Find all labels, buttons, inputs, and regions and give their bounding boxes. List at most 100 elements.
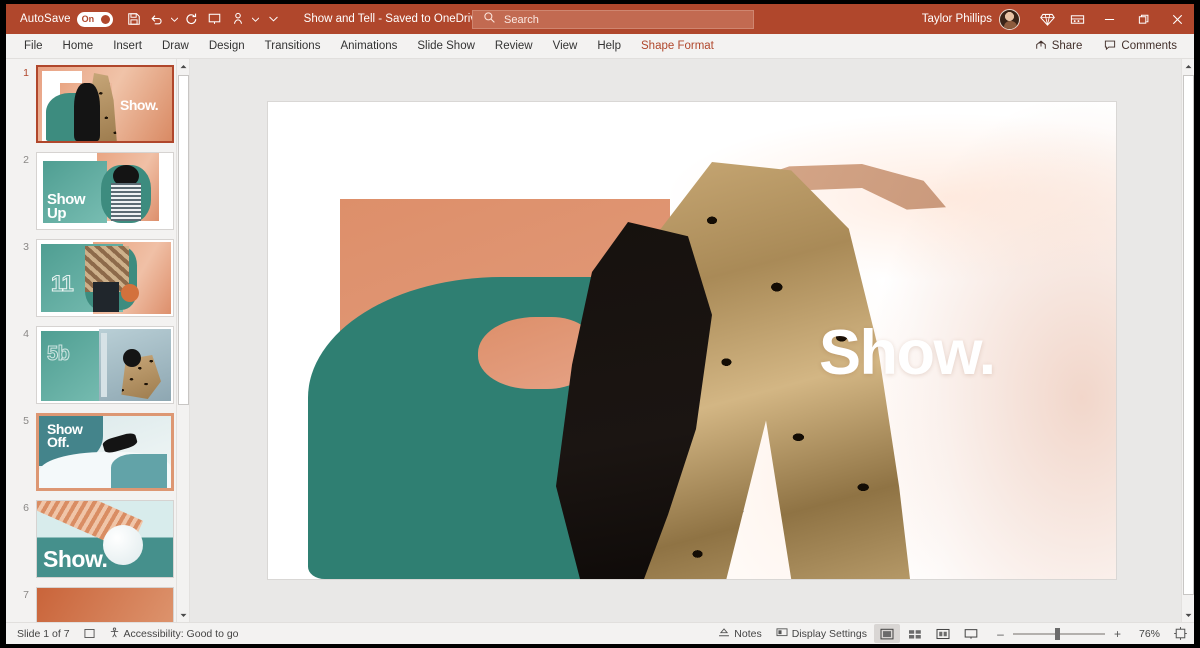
- autosave-toggle[interactable]: On: [76, 11, 113, 27]
- list-item[interactable]: 5 Show Off.: [6, 413, 176, 491]
- ribbon-tab-bar: File Home Insert Draw Design Transitions…: [6, 34, 1194, 59]
- slide-show-view-button[interactable]: [958, 624, 984, 643]
- notes-button[interactable]: Notes: [711, 624, 768, 644]
- accessibility-checker[interactable]: Accessibility: Good to go: [102, 624, 246, 644]
- main-body: 1 Show. 2 Show Up 3 11 4 5b 5 Show Off. …: [6, 59, 1194, 622]
- undo-icon[interactable]: [146, 8, 168, 30]
- slide-canvas[interactable]: Show.: [190, 59, 1194, 622]
- tab-help[interactable]: Help: [587, 34, 631, 58]
- view-mode-buttons: [874, 624, 984, 643]
- slide-thumbnail-5[interactable]: Show Off.: [36, 413, 174, 491]
- search-input[interactable]: Search: [472, 10, 754, 29]
- minimize-button[interactable]: [1092, 4, 1126, 34]
- start-presentation-icon[interactable]: [204, 8, 226, 30]
- tab-home[interactable]: Home: [53, 34, 104, 58]
- tab-shape-format[interactable]: Shape Format: [631, 34, 724, 58]
- slide-thumbnail-1[interactable]: Show.: [36, 65, 174, 143]
- tab-draw[interactable]: Draw: [152, 34, 199, 58]
- close-button[interactable]: [1160, 4, 1194, 34]
- comments-button[interactable]: Comments: [1095, 37, 1186, 56]
- comment-icon: [1104, 39, 1116, 54]
- list-item[interactable]: 2 Show Up: [6, 152, 176, 230]
- zoom-slider-thumb[interactable]: [1055, 627, 1060, 640]
- zoom-slider[interactable]: [1013, 627, 1105, 640]
- tab-slide-show[interactable]: Slide Show: [407, 34, 485, 58]
- save-icon[interactable]: [123, 8, 145, 30]
- reading-view-button[interactable]: [930, 624, 956, 643]
- canvas-scroll-down-icon[interactable]: [1181, 608, 1194, 622]
- thumb-text-2: Show Up: [47, 191, 86, 222]
- list-item[interactable]: 7: [6, 587, 176, 622]
- touch-mode-dropdown-icon[interactable]: [250, 8, 261, 30]
- thumb-text-5: Show Off.: [47, 421, 83, 450]
- zoom-level-label[interactable]: 76%: [1130, 628, 1160, 640]
- restore-button[interactable]: [1126, 4, 1160, 34]
- ribbon-right-actions: Share Comments: [1026, 34, 1194, 58]
- autosave-toggle-knob: [100, 14, 110, 24]
- notes-label: Notes: [734, 627, 762, 640]
- share-button[interactable]: Share: [1026, 37, 1092, 56]
- thumbnail-scrollbar[interactable]: [176, 59, 189, 622]
- tab-file[interactable]: File: [14, 34, 53, 58]
- tab-review[interactable]: Review: [485, 34, 543, 58]
- slide-sorter-view-button[interactable]: [902, 624, 928, 643]
- fit-to-window-button[interactable]: [1170, 627, 1190, 640]
- thumb-text-3: 11: [50, 271, 74, 296]
- redo-icon[interactable]: [181, 8, 203, 30]
- document-title-area[interactable]: Show and Tell - Saved to OneDrive: [304, 13, 501, 25]
- scroll-up-icon[interactable]: [176, 59, 189, 73]
- canvas-scroll-track[interactable]: [1182, 73, 1195, 608]
- slide-thumbnail-7[interactable]: [36, 587, 174, 622]
- touch-mode-icon[interactable]: [227, 8, 249, 30]
- canvas-scrollbar[interactable]: [1181, 59, 1194, 622]
- thumbnail-scroll-track[interactable]: [177, 73, 190, 608]
- notes-icon: [718, 627, 730, 640]
- slide-thumbnail-6[interactable]: Show.: [36, 500, 174, 578]
- thumb-number-4: 4: [23, 328, 29, 340]
- search-icon: [483, 11, 496, 29]
- thumb-number-3: 3: [23, 241, 29, 253]
- canvas-scroll-thumb[interactable]: [1182, 75, 1194, 595]
- title-bar: AutoSave On Show and Tell - Saved to One…: [6, 4, 1194, 34]
- ribbon-display-options-icon[interactable]: [1062, 5, 1092, 33]
- slide-thumbnail-pane: 1 Show. 2 Show Up 3 11 4 5b 5 Show Off. …: [6, 59, 190, 622]
- canvas-scroll-up-icon[interactable]: [1181, 59, 1194, 73]
- tab-insert[interactable]: Insert: [103, 34, 152, 58]
- comments-label: Comments: [1121, 40, 1177, 52]
- avatar[interactable]: [999, 8, 1020, 30]
- current-slide[interactable]: Show.: [268, 102, 1116, 579]
- ribbon-tabs: File Home Insert Draw Design Transitions…: [6, 34, 724, 58]
- undo-dropdown-icon[interactable]: [169, 8, 180, 30]
- slide-thumbnail-2[interactable]: Show Up: [36, 152, 174, 230]
- accessibility-label: Accessibility: Good to go: [123, 627, 239, 640]
- zoom-out-button[interactable]: –: [994, 628, 1007, 640]
- display-settings-icon: [776, 627, 788, 641]
- thumbnail-scroll-thumb[interactable]: [177, 75, 189, 405]
- scroll-down-icon[interactable]: [176, 608, 189, 622]
- tab-design[interactable]: Design: [199, 34, 255, 58]
- tab-animations[interactable]: Animations: [330, 34, 407, 58]
- slide-title-text[interactable]: Show.: [819, 322, 996, 385]
- slide-thumbnail-4[interactable]: 5b: [36, 326, 174, 404]
- slide-thumbnail-3[interactable]: 11: [36, 239, 174, 317]
- display-settings-label: Display Settings: [791, 627, 867, 640]
- autosave-control[interactable]: AutoSave On: [6, 11, 113, 27]
- list-item[interactable]: 4 5b: [6, 326, 176, 404]
- zoom-in-button[interactable]: +: [1111, 628, 1124, 640]
- list-item[interactable]: 3 11: [6, 239, 176, 317]
- list-item[interactable]: 1 Show.: [6, 65, 176, 143]
- diamond-icon[interactable]: [1032, 5, 1062, 33]
- thumb-number-5: 5: [23, 415, 29, 427]
- tab-view[interactable]: View: [543, 34, 588, 58]
- tab-transitions[interactable]: Transitions: [255, 34, 331, 58]
- slide-layout-icon[interactable]: [77, 624, 102, 644]
- share-label: Share: [1051, 40, 1083, 52]
- normal-view-button[interactable]: [874, 624, 900, 643]
- customize-quick-access-icon[interactable]: [268, 8, 279, 30]
- autosave-label: AutoSave: [20, 13, 71, 25]
- slide-indicator[interactable]: Slide 1 of 7: [10, 624, 77, 644]
- search-placeholder: Search: [504, 13, 539, 26]
- display-settings-button[interactable]: Display Settings: [769, 624, 874, 644]
- list-item[interactable]: 6 Show.: [6, 500, 176, 578]
- slide-thumbnail-list: 1 Show. 2 Show Up 3 11 4 5b 5 Show Off. …: [6, 59, 176, 622]
